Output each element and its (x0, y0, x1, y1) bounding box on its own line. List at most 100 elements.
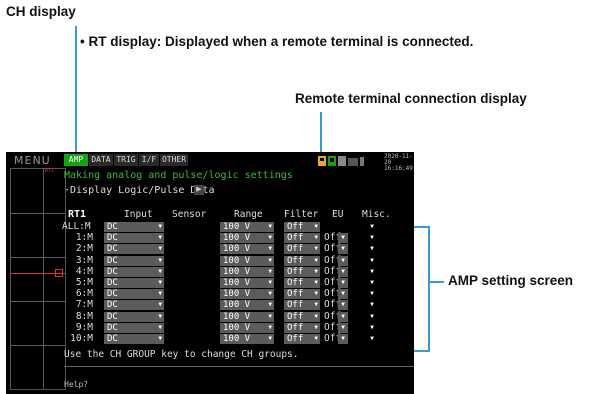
input-dropdown[interactable]: DC ▼ (104, 222, 164, 232)
input-dropdown[interactable]: DC ▼ (104, 278, 164, 288)
channel-label: 3:M (75, 254, 93, 266)
filter-dropdown-value: Off (287, 311, 304, 322)
misc-dropdown-icon[interactable]: ▼ (367, 233, 377, 244)
filter-dropdown[interactable]: Off ▼ (284, 334, 320, 344)
range-dropdown-value: 100 V (223, 222, 251, 232)
chevron-down-icon: ▼ (268, 290, 272, 298)
misc-dropdown-icon[interactable]: ▼ (367, 300, 377, 311)
eu-dropdown-icon[interactable]: ▼ (338, 278, 348, 288)
filter-dropdown[interactable]: Off ▼ (284, 233, 320, 244)
input-dropdown[interactable]: DC ▼ (104, 233, 164, 244)
chevron-down-icon: ▼ (314, 301, 318, 309)
misc-dropdown-icon[interactable]: ▼ (367, 222, 377, 232)
input-dropdown[interactable]: DC ▼ (104, 266, 164, 277)
eu-dropdown-icon[interactable]: ▼ (338, 255, 348, 266)
tab-other[interactable]: OTHER (160, 154, 188, 166)
channel-label: 1:M (75, 232, 93, 244)
play-icon[interactable]: ▶ (194, 185, 204, 195)
tab-trig[interactable]: TRIG (114, 154, 138, 166)
input-dropdown[interactable]: DC ▼ (104, 255, 164, 266)
menu-label[interactable]: MENU (14, 154, 51, 167)
input-dropdown[interactable]: DC ▼ (104, 289, 164, 300)
channel-label: 2:M (75, 243, 93, 255)
amp-bracket (414, 226, 430, 352)
eu-dropdown-icon[interactable]: ▼ (338, 311, 348, 322)
range-dropdown-value: 100 V (223, 266, 251, 277)
input-dropdown-value: DC (107, 222, 118, 232)
range-dropdown[interactable]: 100 V ▼ (220, 222, 274, 232)
eu-dropdown-icon[interactable]: ▼ (338, 244, 348, 255)
tab-if[interactable]: I/F (139, 154, 159, 166)
misc-dropdown-icon[interactable]: ▼ (367, 311, 377, 322)
header-filter: Filter (284, 209, 319, 220)
chevron-down-icon: ▼ (158, 267, 162, 275)
input-dropdown[interactable]: DC ▼ (104, 300, 164, 311)
filter-dropdown[interactable]: Off ▼ (284, 244, 320, 255)
misc-dropdown-icon[interactable]: ▼ (367, 334, 377, 344)
range-dropdown[interactable]: 100 V ▼ (220, 289, 274, 300)
filter-dropdown[interactable]: Off ▼ (284, 278, 320, 288)
filter-dropdown-value: Off (287, 289, 304, 300)
channel-label: 4:M (75, 265, 93, 277)
eu-dropdown-icon[interactable]: ▼ (338, 322, 348, 333)
chevron-down-icon: ▼ (158, 323, 162, 331)
chevron-down-icon: ▼ (268, 245, 272, 253)
filter-dropdown[interactable]: Off ▼ (284, 222, 320, 232)
input-dropdown-value: DC (107, 289, 118, 300)
misc-dropdown-icon[interactable]: ▼ (367, 322, 377, 333)
filter-dropdown-value: Off (287, 322, 304, 333)
help-text[interactable]: Help? (64, 380, 88, 389)
time-text: 16:16:49 (384, 165, 413, 172)
chevron-down-icon: ▼ (268, 323, 272, 331)
range-dropdown[interactable]: 100 V ▼ (220, 278, 274, 288)
ch-display-label: CH display (6, 4, 76, 19)
filter-dropdown[interactable]: Off ▼ (284, 300, 320, 311)
chevron-down-icon: ▼ (268, 312, 272, 320)
filter-dropdown[interactable]: Off ▼ (284, 255, 320, 266)
header-misc: Misc. (362, 209, 391, 220)
filter-dropdown[interactable]: Off ▼ (284, 322, 320, 333)
filter-dropdown[interactable]: Off ▼ (284, 266, 320, 277)
range-dropdown[interactable]: 100 V ▼ (220, 255, 274, 266)
misc-dropdown-icon[interactable]: ▼ (367, 278, 377, 288)
channel-label: 6:M (75, 288, 93, 300)
eu-dropdown-icon[interactable]: ▼ (338, 300, 348, 311)
eu-dropdown-icon[interactable]: ▼ (338, 266, 348, 277)
filter-dropdown[interactable]: Off ▼ (284, 311, 320, 322)
range-dropdown[interactable]: 100 V ▼ (220, 266, 274, 277)
filter-dropdown-value: Off (287, 300, 304, 311)
filter-dropdown-value: Off (287, 255, 304, 266)
display-logic-pulse-link[interactable]: ·Display Logic/Pulse Data (64, 185, 215, 196)
chevron-down-icon: ▼ (314, 312, 318, 320)
input-dropdown[interactable]: DC ▼ (104, 311, 164, 322)
range-dropdown[interactable]: 100 V ▼ (220, 300, 274, 311)
chevron-down-icon: ▼ (314, 223, 318, 230)
eu-dropdown-icon[interactable]: ▼ (338, 334, 348, 344)
misc-dropdown-icon[interactable]: ▼ (367, 266, 377, 277)
filter-dropdown[interactable]: Off ▼ (284, 289, 320, 300)
input-dropdown-value: DC (107, 334, 118, 344)
chevron-down-icon: ▼ (314, 267, 318, 275)
range-dropdown[interactable]: 100 V ▼ (220, 311, 274, 322)
chevron-down-icon: ▼ (314, 245, 318, 253)
chevron-down-icon: ▼ (158, 290, 162, 298)
input-dropdown[interactable]: DC ▼ (104, 334, 164, 344)
range-dropdown[interactable]: 100 V ▼ (220, 334, 274, 344)
eu-dropdown-icon[interactable]: ▼ (338, 289, 348, 300)
channel-label: 5:M (75, 277, 93, 288)
header-input: Input (124, 209, 153, 220)
input-dropdown[interactable]: DC ▼ (104, 322, 164, 333)
misc-dropdown-icon[interactable]: ▼ (367, 244, 377, 255)
input-dropdown[interactable]: DC ▼ (104, 244, 164, 255)
chevron-down-icon: ▼ (314, 279, 318, 286)
tab-amp[interactable]: AMP (64, 154, 88, 166)
range-dropdown[interactable]: 100 V ▼ (220, 233, 274, 244)
chevron-down-icon: ▼ (158, 245, 162, 253)
tab-data[interactable]: DATA (89, 154, 113, 166)
range-dropdown[interactable]: 100 V ▼ (220, 244, 274, 255)
misc-dropdown-icon[interactable]: ▼ (367, 289, 377, 300)
eu-dropdown-icon[interactable]: ▼ (338, 233, 348, 244)
remote-terminal-icon (318, 156, 364, 166)
misc-dropdown-icon[interactable]: ▼ (367, 255, 377, 266)
range-dropdown[interactable]: 100 V ▼ (220, 322, 274, 333)
